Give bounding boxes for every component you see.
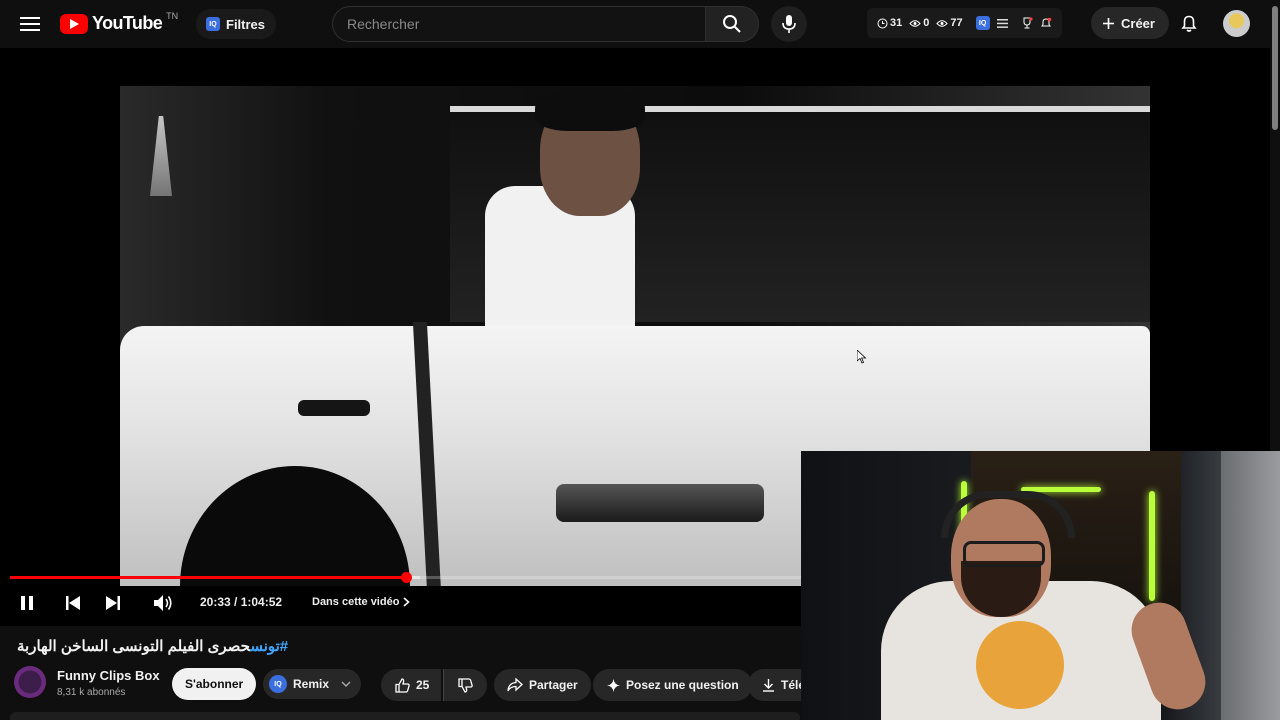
search-icon <box>723 15 741 33</box>
volume-icon <box>154 595 172 611</box>
channel-avatar[interactable] <box>14 666 46 698</box>
filters-label: Filtres <box>226 16 266 32</box>
watch-time-stat: 31 <box>877 17 902 29</box>
trophy-icon[interactable] <box>1021 17 1033 29</box>
like-button[interactable]: 25 <box>381 669 442 701</box>
country-code: TN <box>166 10 179 21</box>
play-logo-icon <box>60 13 88 34</box>
webcam-overlay <box>801 451 1280 720</box>
create-button[interactable]: Créer <box>1091 7 1169 39</box>
chapter-label: Dans cette vidéo <box>312 596 400 608</box>
ask-question-button[interactable]: Posez une question <box>593 669 752 701</box>
time-display: 20:33 / 1:04:52 <box>200 595 283 609</box>
progress-scrubber[interactable] <box>401 572 412 583</box>
like-count: 25 <box>416 678 430 692</box>
skip-previous-icon <box>66 596 80 610</box>
list-icon[interactable] <box>996 18 1008 28</box>
previous-button[interactable] <box>60 590 86 616</box>
chevron-down-icon <box>341 681 351 687</box>
notification-alert-icon[interactable] <box>1040 17 1052 29</box>
video-scene-door-handle <box>556 484 764 522</box>
dislike-button[interactable] <box>443 669 487 701</box>
bell-icon <box>1181 15 1197 32</box>
webcam-window-light <box>1221 451 1280 720</box>
iq-badge-icon: IQ <box>269 675 287 693</box>
views-stat-a: 0 <box>909 17 929 29</box>
video-scene-person-hair <box>535 86 645 131</box>
extension-stats-bar[interactable]: 31 0 77 IQ <box>867 8 1062 38</box>
channel-name[interactable]: Funny Clips Box <box>57 668 160 683</box>
pause-icon <box>21 596 33 610</box>
video-scene-door-handle <box>298 400 370 416</box>
ask-label: Posez une question <box>626 678 739 692</box>
clock-icon <box>877 18 888 28</box>
subscriber-count: 8,31 k abonnés <box>57 687 126 698</box>
create-label: Créer <box>1121 15 1155 31</box>
share-icon <box>507 678 523 692</box>
progress-played <box>10 576 406 579</box>
filters-button[interactable]: IQ Filtres <box>196 9 277 39</box>
user-avatar[interactable] <box>1223 10 1250 37</box>
mouse-cursor-icon <box>857 350 867 364</box>
webcam-shirt-print <box>976 621 1064 709</box>
webcam-neon-light <box>1149 491 1155 601</box>
microphone-icon <box>782 15 796 33</box>
iq-extension-icon[interactable]: IQ <box>975 16 990 30</box>
notifications-button[interactable] <box>1176 10 1202 36</box>
search-box <box>332 6 705 42</box>
volume-button[interactable] <box>150 590 176 616</box>
eye-icon <box>936 19 949 27</box>
search-button[interactable] <box>705 6 759 42</box>
search-input[interactable] <box>333 7 687 41</box>
chevron-right-icon <box>403 597 411 607</box>
youtube-logo[interactable]: YouTube TN <box>60 10 179 34</box>
scrollbar-thumb[interactable] <box>1272 6 1278 130</box>
sparkle-icon <box>607 678 620 692</box>
logo-text: YouTube <box>92 13 163 33</box>
thumbs-down-icon <box>458 677 473 693</box>
voice-search-button[interactable] <box>771 6 807 42</box>
title-text: حصرى الفيلم التونسى الساخن الهاربة <box>17 638 251 655</box>
views-stat-b: 77 <box>936 17 963 29</box>
webcam-person-glasses <box>963 541 1045 567</box>
iq-badge-icon: IQ <box>206 17 220 31</box>
remix-button[interactable]: IQ Remix <box>263 669 362 699</box>
share-button[interactable]: Partager <box>494 669 591 701</box>
video-title: #تونسحصرى الفيلم التونسى الساخن الهاربة <box>17 637 288 655</box>
title-hashtag[interactable]: #تونس <box>250 638 288 655</box>
subscribe-button[interactable]: S'abonner <box>172 668 257 700</box>
eye-icon <box>909 19 921 27</box>
next-button[interactable] <box>100 590 126 616</box>
remix-label: Remix <box>293 677 330 691</box>
description-box-edge[interactable] <box>10 712 800 720</box>
skip-next-icon <box>106 596 120 610</box>
plus-icon <box>1103 17 1114 29</box>
thumbs-up-icon <box>395 677 410 693</box>
menu-icon[interactable] <box>18 12 42 36</box>
pause-button[interactable] <box>14 590 40 616</box>
share-label: Partager <box>529 678 578 692</box>
download-icon <box>763 679 774 692</box>
in-this-video-button[interactable]: Dans cette vidéo <box>312 596 411 608</box>
